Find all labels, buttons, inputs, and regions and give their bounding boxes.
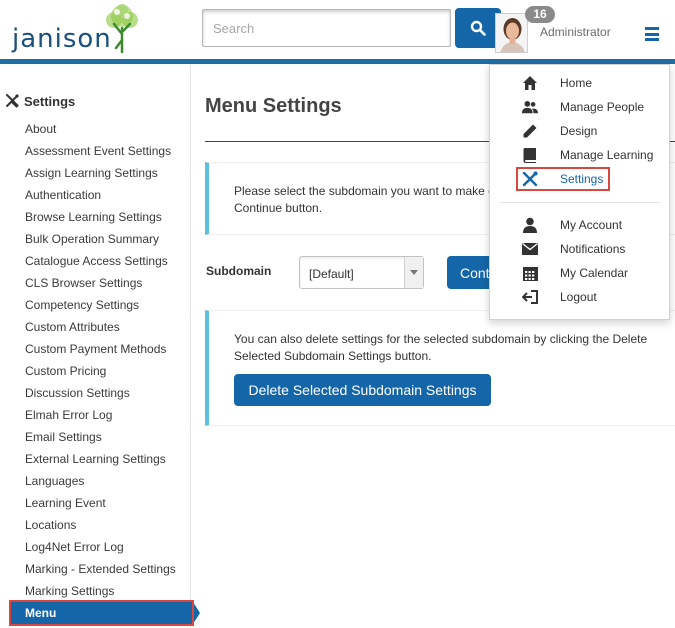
sidebar-item-marking-settings[interactable]: Marking Settings xyxy=(0,580,191,602)
select-dropdown-arrow[interactable] xyxy=(404,257,423,288)
settings-sidebar: Settings About Assessment Event Settings… xyxy=(0,64,200,628)
home-icon xyxy=(522,75,538,91)
sidebar-item-about[interactable]: About xyxy=(0,118,191,140)
sidebar-item-locations[interactable]: Locations xyxy=(0,514,191,536)
delete-settings-panel: You can also delete settings for the sel… xyxy=(205,310,675,426)
sidebar-item-email-settings[interactable]: Email Settings xyxy=(0,426,191,448)
sidebar-item-custom-payment-methods[interactable]: Custom Payment Methods xyxy=(0,338,191,360)
envelope-icon xyxy=(522,241,538,257)
hamburger-menu-icon[interactable] xyxy=(645,27,659,41)
menu-item-my-account[interactable]: My Account xyxy=(490,214,669,236)
menu-item-label: Design xyxy=(560,124,598,138)
menu-item-logout[interactable]: Logout xyxy=(490,286,669,308)
menu-item-label: My Account xyxy=(560,218,623,232)
sidebar-item-external-learning-settings[interactable]: External Learning Settings xyxy=(0,448,191,470)
menu-item-home[interactable]: Home xyxy=(490,72,669,94)
menu-item-design[interactable]: Design xyxy=(490,120,669,142)
calendar-icon xyxy=(522,265,538,281)
menu-item-my-calendar[interactable]: My Calendar xyxy=(490,262,669,284)
menu-item-label: Manage Learning xyxy=(560,148,654,162)
sidebar-item-discussion-settings[interactable]: Discussion Settings xyxy=(0,382,191,404)
user-icon xyxy=(522,217,538,233)
sidebar-item-assessment-event-settings[interactable]: Assessment Event Settings xyxy=(0,140,191,162)
notification-count-badge[interactable]: 16 xyxy=(525,6,555,23)
top-header: janison 16 Administrator xyxy=(0,0,675,60)
sidebar-item-elmah-error-log[interactable]: Elmah Error Log xyxy=(0,404,191,426)
menu-item-label: Manage People xyxy=(560,100,645,114)
sidebar-item-browse-learning-settings[interactable]: Browse Learning Settings xyxy=(0,206,191,228)
search-icon xyxy=(470,20,486,36)
user-avatar[interactable] xyxy=(495,13,528,53)
subdomain-select[interactable]: [Default] xyxy=(299,256,424,289)
sidebar-item-authentication[interactable]: Authentication xyxy=(0,184,191,206)
subdomain-label: Subdomain xyxy=(206,264,272,278)
sidebar-title: Settings xyxy=(5,92,75,110)
delete-info-text: You can also delete settings for the sel… xyxy=(234,332,648,363)
pencil-icon xyxy=(522,123,538,139)
sidebar-item-cls-browser-settings[interactable]: CLS Browser Settings xyxy=(0,272,191,294)
sidebar-item-log4net-error-log[interactable]: Log4Net Error Log xyxy=(0,536,191,558)
menu-item-label: Notifications xyxy=(560,242,626,256)
settings-list: About Assessment Event Settings Assign L… xyxy=(0,118,200,624)
sidebar-item-languages[interactable]: Languages xyxy=(0,470,191,492)
main-dropdown-menu: Home Manage People Design Manage Learnin… xyxy=(489,64,670,320)
menu-item-notifications[interactable]: Notifications xyxy=(490,238,669,260)
sidebar-item-assign-learning-settings[interactable]: Assign Learning Settings xyxy=(0,162,191,184)
people-icon xyxy=(522,99,538,115)
menu-item-label: Logout xyxy=(560,290,597,304)
menu-item-label: My Calendar xyxy=(560,266,629,280)
sidebar-item-marking-extended-settings[interactable]: Marking - Extended Settings xyxy=(0,558,191,580)
search-input[interactable] xyxy=(202,9,451,47)
sidebar-item-catalogue-access-settings[interactable]: Catalogue Access Settings xyxy=(0,250,191,272)
sidebar-title-label: Settings xyxy=(24,93,76,109)
delete-subdomain-settings-button[interactable]: Delete Selected Subdomain Settings xyxy=(234,374,491,406)
janison-logo[interactable]: janison xyxy=(12,2,142,58)
sidebar-item-learning-event[interactable]: Learning Event xyxy=(0,492,191,514)
wrench-screwdriver-icon xyxy=(6,94,19,108)
menu-item-settings[interactable]: Settings xyxy=(490,168,669,190)
caret-down-icon xyxy=(410,270,418,275)
wrench-icon xyxy=(522,171,538,187)
sidebar-item-custom-attributes[interactable]: Custom Attributes xyxy=(0,316,191,338)
menu-item-manage-learning[interactable]: Manage Learning xyxy=(490,144,669,166)
avatar-photo-icon xyxy=(496,14,527,52)
logo-text: janison xyxy=(12,24,112,54)
sidebar-item-bulk-operation-summary[interactable]: Bulk Operation Summary xyxy=(0,228,191,250)
menu-item-label: Settings xyxy=(560,172,604,186)
book-icon xyxy=(522,147,538,163)
sidebar-item-competency-settings[interactable]: Competency Settings xyxy=(0,294,191,316)
user-name[interactable]: Administrator xyxy=(540,25,611,39)
logout-icon xyxy=(522,289,538,305)
menu-divider xyxy=(500,202,660,203)
logo-tree-icon xyxy=(106,4,138,54)
subdomain-selected-value: [Default] xyxy=(309,267,354,281)
menu-item-label: Home xyxy=(560,76,593,90)
page-title: Menu Settings xyxy=(205,95,342,117)
menu-item-manage-people[interactable]: Manage People xyxy=(490,96,669,118)
sidebar-item-custom-pricing[interactable]: Custom Pricing xyxy=(0,360,191,382)
sidebar-item-menu[interactable]: Menu xyxy=(11,602,200,624)
